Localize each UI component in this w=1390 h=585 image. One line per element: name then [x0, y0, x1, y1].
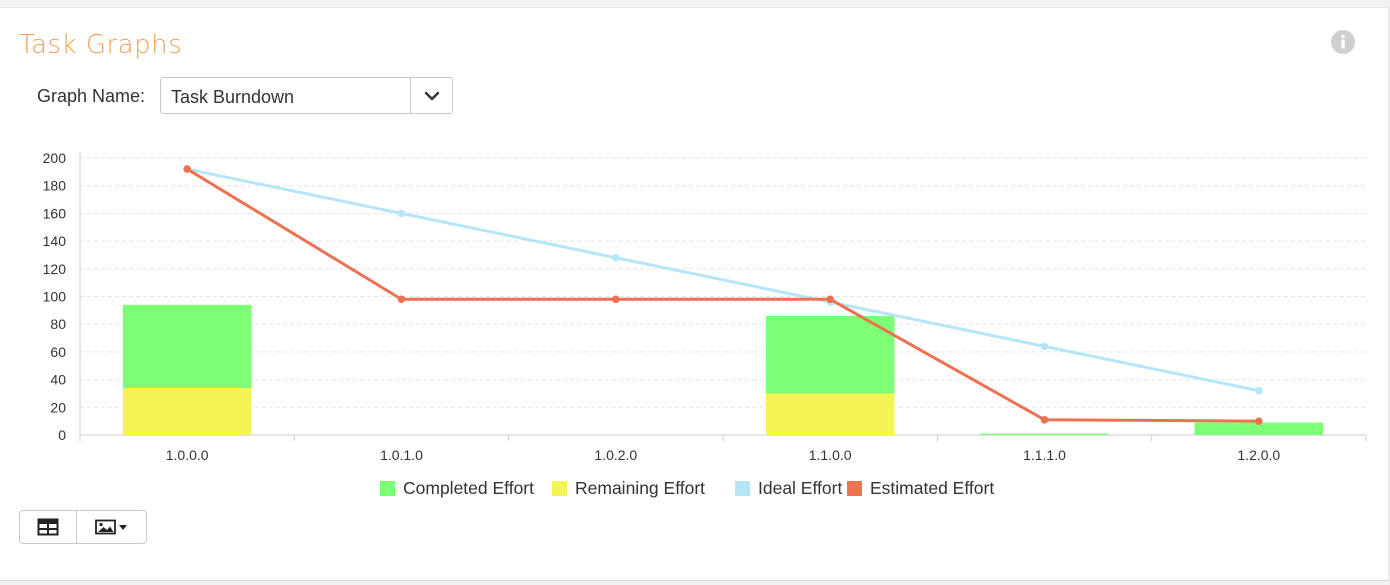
chart-view-button-group [19, 510, 147, 544]
x-tick-label: 1.0.1.0 [380, 447, 423, 463]
x-tick-label: 1.2.0.0 [1237, 447, 1280, 463]
graph-name-label: Graph Name: [37, 86, 146, 106]
y-tick-label: 160 [43, 205, 67, 221]
ideal-effort-point [1040, 342, 1049, 351]
completed-effort-bar [122, 304, 252, 388]
info-circle-icon[interactable] [1330, 29, 1356, 55]
y-tick-label: 120 [43, 261, 67, 277]
ideal-effort-point [397, 209, 406, 218]
export-image-button[interactable] [77, 511, 146, 543]
image-icon [94, 519, 127, 535]
x-tick-label: 1.1.1.0 [1023, 447, 1066, 463]
x-tick-label: 1.0.0.0 [166, 447, 209, 463]
table-view-button[interactable] [20, 511, 77, 543]
burndown-chart: 0 20 40 60 80 100 120 140 160 180 200 1.0.0.0 1.0.1.… [43, 150, 1367, 498]
completed-effort-bar [980, 433, 1109, 435]
graph-name-value: Task Burndown [171, 87, 295, 107]
y-tick-label: 100 [43, 289, 67, 305]
estimated-effort-point [826, 295, 834, 304]
remaining-effort-bar [122, 387, 252, 435]
remaining-effort-bar [765, 393, 895, 435]
estimated-effort-point [397, 295, 406, 304]
y-tick-label: 200 [43, 150, 67, 166]
y-tick-label: 140 [43, 233, 67, 249]
y-tick-label: 60 [50, 344, 66, 360]
legend-swatch-ideal-effort [735, 481, 750, 496]
legend-label-estimated-effort: Estimated Effort [870, 478, 994, 498]
estimated-effort-line [186, 167, 1259, 423]
ideal-effort-line [186, 167, 1260, 393]
x-tick-label: 1.0.2.0 [594, 447, 637, 463]
estimated-effort-point [1040, 415, 1049, 424]
legend-label-ideal-effort: Ideal Effort [758, 478, 842, 498]
legend-swatch-completed-effort [380, 481, 395, 496]
task-graphs-panel: Task Graphs Graph Name: Task Burndown 0 2… [0, 7, 1389, 581]
estimated-effort-point [183, 165, 191, 173]
chevron-down-icon [424, 91, 439, 100]
y-tick-label: 40 [50, 372, 66, 388]
legend-label-completed-effort: Completed Effort [403, 478, 534, 498]
legend-swatch-estimated-effort [847, 481, 862, 496]
table-icon [37, 518, 59, 536]
estimated-effort-point [1255, 417, 1263, 425]
graph-name-select[interactable]: Task Burndown [160, 77, 453, 114]
legend-label-remaining-effort: Remaining Effort [575, 478, 705, 498]
legend-swatch-remaining-effort [552, 481, 567, 496]
y-tick-label: 180 [43, 178, 67, 194]
ideal-effort-point [612, 253, 620, 262]
page-title: Task Graphs [19, 30, 183, 60]
x-tick-label: 1.1.0.0 [809, 447, 852, 463]
completed-effort-bar [765, 315, 895, 394]
y-tick-label: 80 [50, 316, 66, 332]
dropdown-toggle-button[interactable] [410, 78, 452, 113]
ideal-effort-point [1255, 386, 1263, 395]
y-tick-label: 20 [50, 399, 66, 415]
estimated-effort-point [612, 295, 620, 304]
y-tick-label: 0 [58, 427, 66, 443]
